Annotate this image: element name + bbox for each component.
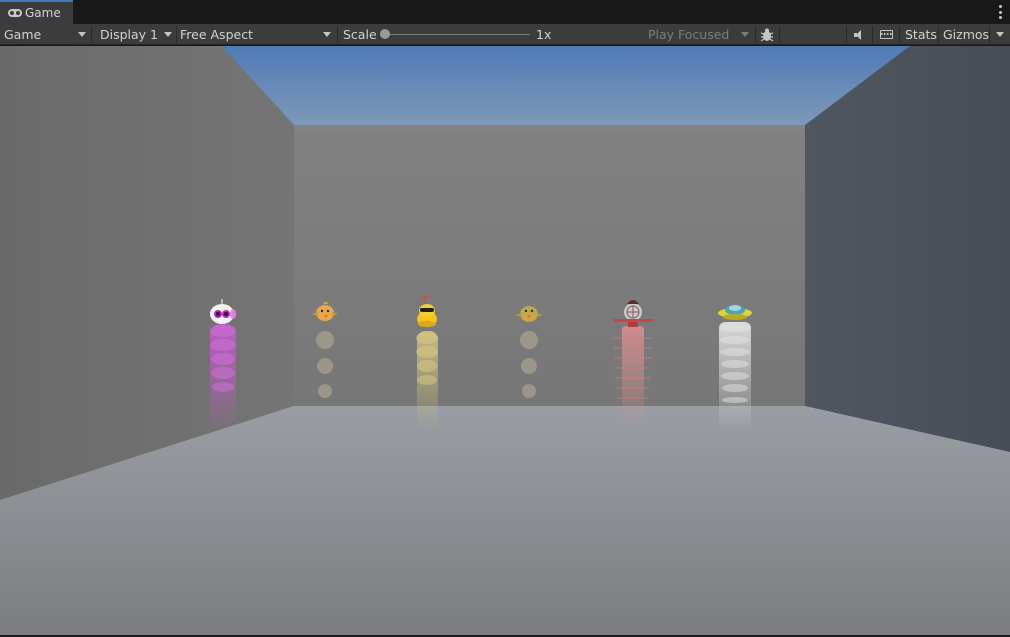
tab-bar: Game [0, 0, 1010, 24]
stats-button[interactable]: Stats [901, 24, 937, 45]
tab-label: Game [25, 6, 61, 20]
right-wall [805, 46, 1010, 452]
aspect-dropdown[interactable]: Free Aspect [176, 24, 336, 45]
mute-audio-button[interactable] [850, 24, 870, 45]
scale-label: Scale [343, 27, 377, 42]
scale-slider-track[interactable] [386, 34, 530, 35]
gizmos-button[interactable]: Gizmos [939, 24, 989, 45]
chevron-down-icon [323, 32, 331, 37]
display-label: Display 1 [100, 27, 159, 42]
character-purple-robot [210, 299, 236, 434]
scale-slider-thumb[interactable] [380, 29, 390, 39]
game-viewport[interactable] [0, 46, 1010, 635]
chevron-down-icon [164, 32, 172, 37]
view-mode-dropdown[interactable]: Game [0, 24, 90, 45]
view-mode-label: Game [4, 27, 42, 42]
speaker-icon [854, 29, 866, 40]
tab-game[interactable]: Game [0, 0, 73, 24]
scale-value: 1x [536, 27, 552, 42]
gizmos-dropdown-chevron-icon[interactable] [996, 32, 1004, 37]
character-yellow-bird [416, 296, 438, 431]
scene-render [0, 46, 1010, 635]
game-toolbar: Game Display 1 Free Aspect Scale 1x Play… [0, 24, 1010, 45]
kebab-menu-icon[interactable] [998, 5, 1002, 19]
keyboard-icon [879, 30, 893, 39]
chevron-down-icon [741, 32, 749, 37]
bug-icon[interactable] [760, 27, 774, 42]
aspect-label: Free Aspect [180, 27, 253, 42]
play-mode-label: Play Focused [648, 27, 730, 42]
gamepad-icon [8, 9, 22, 17]
keyboard-shortcuts-button[interactable] [875, 24, 897, 45]
display-dropdown[interactable]: Display 1 [96, 24, 176, 45]
character-ufo [718, 305, 752, 432]
play-mode-dropdown[interactable]: Play Focused [644, 24, 754, 45]
chevron-down-icon [78, 32, 86, 37]
